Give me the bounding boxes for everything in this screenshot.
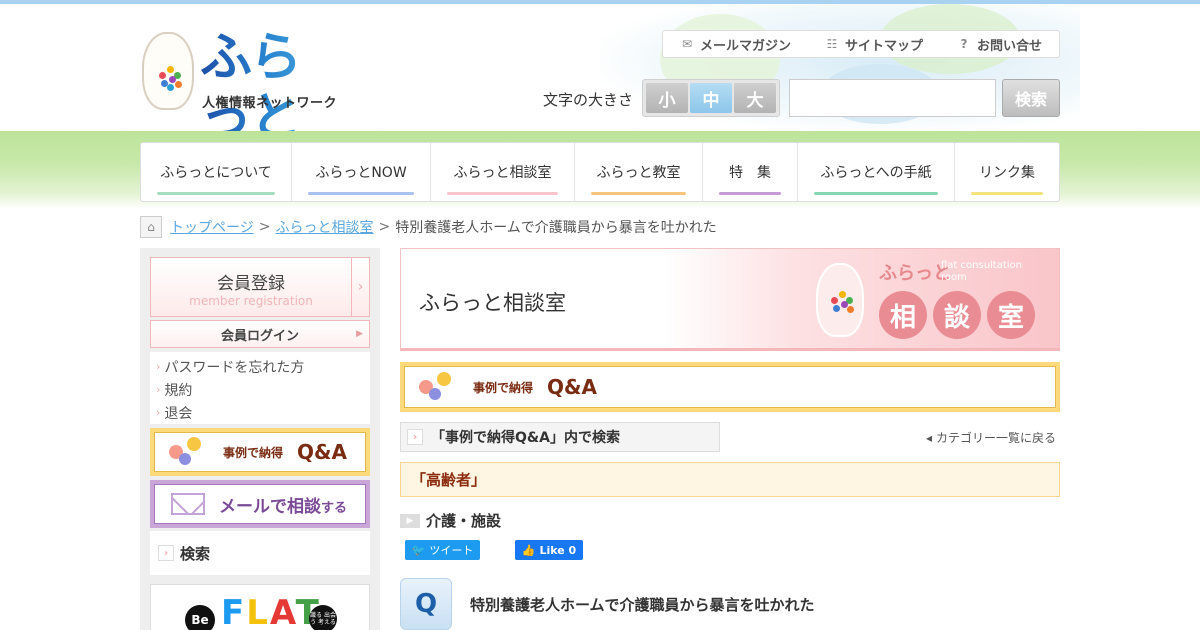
chevron-right-icon: › (407, 429, 423, 445)
chevron-left-icon: ◂ (925, 431, 932, 445)
subcategory-heading: ▶ 介護・施設 (400, 510, 501, 531)
font-size-switcher: 小 中 大 (642, 79, 780, 117)
site-logo[interactable]: ふらっと 人権情報ネットワーク (140, 26, 340, 131)
logo-mark-icon (816, 263, 864, 337)
home-icon[interactable]: ⌂ (140, 216, 162, 238)
chevron-right-icon: › (156, 360, 161, 373)
question-badge-icon: Q (400, 578, 452, 630)
qa-dots-icon (419, 372, 463, 402)
member-registration-button[interactable]: 会員登録 member registration › (150, 257, 370, 317)
global-nav: ふらっとについて ふらっとNOW ふらっと相談室 ふらっと教室 特 集 ふらっと… (140, 142, 1060, 202)
tweet-button[interactable]: 🐦 ツイート (405, 540, 480, 560)
category-heading: 「高齢者」 (400, 462, 1060, 497)
logo-mark-icon (142, 32, 194, 110)
nav-item-consultation[interactable]: ふらっと相談室 (431, 143, 575, 201)
qa-banner-link[interactable]: 事例で納得 Q&A (150, 428, 370, 476)
withdraw-link[interactable]: › 退会 (156, 401, 370, 424)
section-hero: ふらっと相談室 ふらっと flat consultation room 相 談 … (400, 248, 1060, 351)
page-title: ふらっと相談室 (419, 291, 566, 315)
nav-item-letters[interactable]: ふらっとへの手紙 (798, 143, 955, 201)
chevron-right-icon: › (156, 406, 161, 419)
question-title: 特別養護老人ホームで介護職員から暴言を吐かれた (470, 596, 815, 614)
forgot-password-link[interactable]: › パスワードを忘れた方 (156, 355, 370, 378)
qa-search-link[interactable]: › 「事例で納得Q&A」内で検索 (400, 422, 720, 452)
search-input[interactable] (789, 79, 996, 117)
category-list-back-link[interactable]: ◂ カテゴリー一覧に戻る (926, 429, 1060, 446)
chevron-right-icon: › (351, 258, 369, 316)
breadcrumb-home-link[interactable]: トップページ (170, 217, 254, 237)
sidebar-search-link[interactable]: › 検索 (150, 531, 370, 575)
triangle-right-icon: ▶ (356, 329, 363, 339)
account-links: › パスワードを忘れた方 › 規約 › 退会 (150, 352, 370, 424)
terms-link[interactable]: › 規約 (156, 378, 370, 401)
sitemap-icon: ☷ (826, 37, 838, 51)
facebook-like-button[interactable]: 👍 Like 0 (515, 540, 583, 560)
font-size-small-button[interactable]: 小 (646, 83, 688, 113)
thumbs-up-icon: 👍 (521, 543, 536, 557)
member-login-button[interactable]: 会員ログイン ▶ (150, 320, 370, 348)
main-content: ふらっと相談室 ふらっと flat consultation room 相 談 … (400, 248, 1060, 630)
nav-item-feature[interactable]: 特 集 (703, 143, 798, 201)
search-button[interactable]: 検索 (1002, 79, 1060, 117)
font-size-medium-button[interactable]: 中 (690, 83, 732, 113)
utility-nav: ✉ メールマガジン ☷ サイトマップ ? お問い合せ (662, 30, 1060, 58)
qa-dots-icon (169, 437, 213, 467)
logo-text: ふらっと (200, 28, 340, 132)
breadcrumb-section-link[interactable]: ふらっと相談室 (275, 217, 373, 237)
mail-consultation-link[interactable]: メールで相談する (150, 480, 370, 528)
mail-icon: ✉ (681, 37, 693, 51)
be-flat-banner[interactable]: Be FLAT 識る 出会う 考える (150, 584, 370, 630)
mail-magazine-link[interactable]: ✉ メールマガジン (680, 35, 791, 54)
logo-subtitle: 人権情報ネットワーク (202, 96, 338, 111)
site-header: ふらっと 人権情報ネットワーク ✉ メールマガジン ☷ サイトマップ ? お問い… (0, 4, 1200, 131)
contact-link[interactable]: ? お問い合せ (957, 35, 1043, 54)
nav-item-links[interactable]: リンク集 (955, 143, 1059, 201)
nav-item-now[interactable]: ふらっとNOW (292, 143, 431, 201)
twitter-icon: 🐦 (411, 543, 426, 557)
triangle-right-icon: ▶ (400, 513, 420, 528)
breadcrumb: ⌂ トップページ > ふらっと相談室 > 特別養護老人ホームで介護職員から暴言を… (140, 216, 717, 238)
qa-section-banner[interactable]: 事例で納得 Q&A (400, 362, 1060, 412)
font-size-large-button[interactable]: 大 (734, 83, 776, 113)
nav-item-about[interactable]: ふらっとについて (141, 143, 292, 201)
chevron-right-icon: › (158, 545, 174, 561)
sitemap-link[interactable]: ☷ サイトマップ (825, 35, 923, 54)
font-size-label: 文字の大きさ (543, 91, 634, 109)
chevron-right-icon: › (156, 383, 161, 396)
nav-item-classroom[interactable]: ふらっと教室 (575, 143, 703, 201)
be-flat-logo-text: FLAT (221, 593, 321, 630)
question-icon: ? (960, 37, 968, 51)
breadcrumb-current: 特別養護老人ホームで介護職員から暴言を吐かれた (395, 220, 717, 236)
hero-title-circles: 相 談 室 (879, 291, 1035, 339)
sidebar: 会員登録 member registration › 会員ログイン ▶ › パスワ… (140, 248, 380, 630)
envelope-icon (171, 493, 205, 515)
